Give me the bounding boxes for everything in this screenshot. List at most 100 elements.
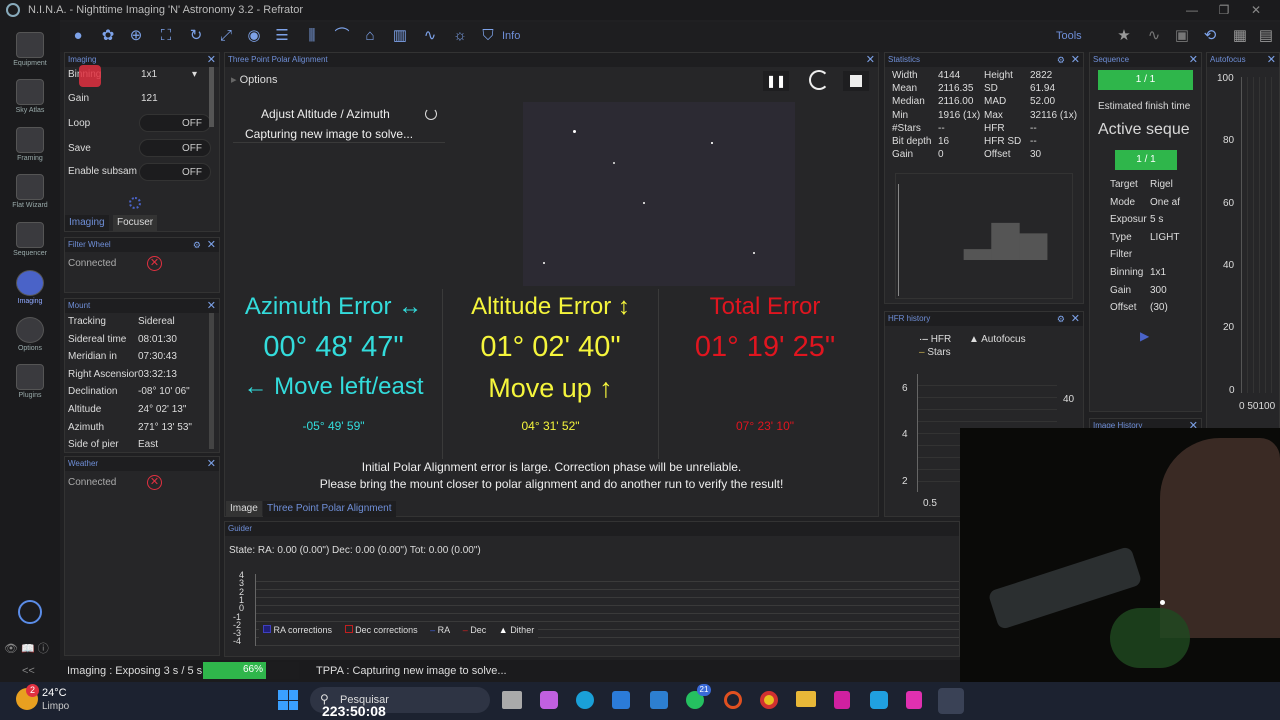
close-button[interactable]: ✕ <box>1240 0 1272 20</box>
bulb-icon[interactable]: ☼ <box>450 26 470 46</box>
windows-start-icon[interactable] <box>278 690 298 710</box>
focus-icon[interactable]: ∿ <box>1144 26 1164 46</box>
sidebar-item-imaging[interactable]: Imaging <box>0 270 60 305</box>
sliders-icon[interactable]: ⫼ <box>302 26 322 46</box>
sidebar-item-sequencer[interactable]: Sequencer <box>0 222 60 257</box>
mount-label: Declination <box>68 386 118 398</box>
sidebar-item-options[interactable]: Options <box>0 317 60 352</box>
close-icon[interactable]: ✕ <box>866 53 875 67</box>
tppa-status: Capturing new image to solve... <box>245 127 414 141</box>
weather-panel: Weather ✕ Connected ✕ <box>64 456 220 656</box>
task-view-icon[interactable] <box>502 691 522 709</box>
tab-image[interactable]: Image <box>226 501 262 517</box>
scrollbar[interactable] <box>209 67 214 127</box>
app-icon[interactable] <box>870 691 888 709</box>
sidebar-item-framing[interactable]: Framing <box>0 127 60 162</box>
binning-select[interactable]: 1x1 ▾ <box>141 69 201 80</box>
camera-icon[interactable]: ● <box>68 26 88 46</box>
maximize-button[interactable]: ❐ <box>1208 0 1240 20</box>
target-icon[interactable]: ◉ <box>244 26 264 46</box>
total-error-value: 01° 19' 25" <box>694 331 836 363</box>
close-icon[interactable]: ✕ <box>207 53 216 67</box>
imaging-status: Imaging : Exposing 3 s / 5 s <box>67 665 203 677</box>
total-error-sub: 07° 23' 10" <box>735 419 795 433</box>
close-icon[interactable]: ✕ <box>1071 53 1080 67</box>
tree-silhouette <box>1110 608 1190 668</box>
settings-icon[interactable]: ⚙ <box>1057 312 1065 326</box>
history-icon[interactable]: ⟲ <box>1200 26 1220 46</box>
play-icon[interactable]: ▶ <box>1140 329 1149 343</box>
grid-icon[interactable]: ▦ <box>1230 26 1250 46</box>
stat-value: 0 <box>938 149 944 161</box>
app-icon[interactable] <box>906 691 922 709</box>
filter-wheel-icon[interactable]: ✿ <box>98 26 118 46</box>
sidebar-item-flat-wizard[interactable]: Flat Wizard <box>0 174 60 209</box>
star-icon[interactable]: ★ <box>1114 26 1134 46</box>
nina-taskbar-icon[interactable] <box>938 688 964 714</box>
pause-button[interactable]: ❚❚ <box>763 71 789 91</box>
subsam-label: Enable subsam <box>68 166 137 177</box>
tab-three-point-polar-alignment[interactable]: Three Point Polar Alignment <box>263 501 396 517</box>
stat-label: Width <box>892 70 918 81</box>
settings-icon[interactable]: ⚙ <box>1057 53 1065 67</box>
folder-icon[interactable] <box>796 691 816 707</box>
settings-icon[interactable]: ⚙ <box>193 238 201 252</box>
chevron-down-icon: ▾ <box>191 69 197 80</box>
y2-tick: 40 <box>1063 394 1075 405</box>
focuser-icon[interactable]: ⊕ <box>126 26 146 46</box>
guider-panel: Guider State: RA: 0.00 (0.00") Dec: 0.00… <box>224 521 960 657</box>
mount-panel: Mount ✕ Tracking Sidereal Sidereal time 08:0… <box>64 298 220 453</box>
stop-button[interactable] <box>843 71 869 91</box>
gain-label: Gain <box>68 93 90 104</box>
info-button[interactable]: Info <box>502 30 520 42</box>
telescope-icon[interactable]: ⤢ <box>216 26 236 46</box>
save-toggle[interactable]: OFF <box>139 139 211 157</box>
title-bar: N.I.N.A. - Nighttime Imaging 'N' Astrono… <box>0 0 1280 20</box>
subsam-toggle[interactable]: OFF <box>139 163 211 181</box>
footer-icons[interactable]: 👁 📖 ⓘ <box>4 640 49 656</box>
tab-imaging[interactable]: Imaging <box>65 215 109 231</box>
options-expander[interactable]: ▸ Options <box>231 73 278 86</box>
loop-toggle[interactable]: OFF <box>139 114 211 132</box>
store-icon[interactable] <box>612 691 630 709</box>
frame-icon[interactable]: ▣ <box>1172 26 1192 46</box>
app-icon[interactable] <box>650 691 668 709</box>
scrollbar[interactable] <box>209 313 214 449</box>
edge-icon[interactable] <box>576 691 594 709</box>
close-icon[interactable]: ✕ <box>1189 53 1198 67</box>
close-icon[interactable]: ✕ <box>207 238 216 252</box>
tppa-header: Three Point Polar Alignment ✕ <box>225 53 878 67</box>
stat-value: -- <box>1030 122 1037 134</box>
refresh-icon[interactable]: ↻ <box>186 26 206 46</box>
sequence-value: One af <box>1150 196 1181 208</box>
copilot-icon[interactable] <box>540 691 558 709</box>
tab-focuser[interactable]: Focuser <box>113 215 158 231</box>
minimize-button[interactable]: — <box>1176 0 1208 20</box>
app-icon[interactable] <box>834 691 850 709</box>
bar-chart-icon[interactable]: ▥ <box>390 26 410 46</box>
mount-value: 24° 02' 13" <box>138 404 187 415</box>
sidebar-item-plugins[interactable]: Plugins <box>0 364 60 399</box>
gain-input[interactable]: 121 <box>141 93 158 104</box>
rotator-icon[interactable]: ⛶ <box>156 26 176 46</box>
close-icon[interactable]: ✕ <box>207 457 216 471</box>
office-icon[interactable] <box>724 691 742 709</box>
arc-icon[interactable]: ⌒ <box>332 26 352 46</box>
close-icon[interactable]: ✕ <box>207 299 216 313</box>
list-icon[interactable]: ☰ <box>272 26 292 46</box>
shield-icon[interactable]: ⛉ <box>478 26 498 46</box>
layout-icon[interactable]: ▤ <box>1256 26 1276 46</box>
power-icon[interactable] <box>18 600 42 624</box>
collapse-icon[interactable]: << <box>22 665 35 677</box>
wave-icon[interactable]: ∿ <box>420 26 440 46</box>
stat-value: 2822 <box>1030 70 1053 81</box>
close-icon[interactable]: ✕ <box>1267 53 1276 67</box>
sidebar-item-sky-atlas[interactable]: Sky Atlas <box>0 79 60 114</box>
dome-icon[interactable]: ⌂ <box>360 26 380 46</box>
sidebar-item-equipment[interactable]: Equipment <box>0 32 60 67</box>
chrome-icon[interactable] <box>760 691 778 709</box>
close-icon[interactable]: ✕ <box>1071 312 1080 326</box>
imaging-icon <box>16 270 44 296</box>
capture-icon[interactable] <box>129 197 141 209</box>
tools-button[interactable]: Tools <box>1056 30 1082 42</box>
